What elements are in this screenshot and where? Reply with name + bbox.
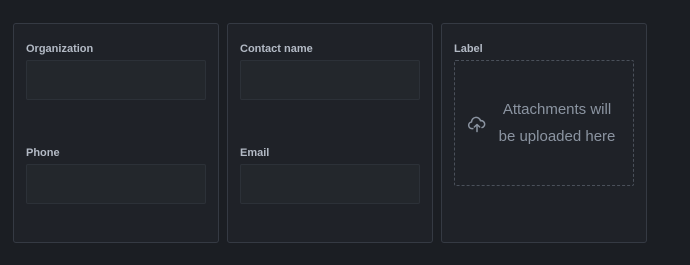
phone-field[interactable] [26,164,206,204]
contact-name-label: Contact name [240,43,313,55]
email-field[interactable] [240,164,420,204]
dropzone-text-line1: Attachments will [502,101,612,118]
attachments-label: Label [454,43,483,55]
contact-email-panel: Contact name Email [227,23,433,243]
dropzone-text: Attachments will be uploaded here [493,96,621,150]
email-label: Email [240,147,270,159]
contact-name-field[interactable] [240,60,420,100]
organization-field[interactable] [26,60,206,100]
dropzone-content: Attachments will be uploaded here [467,96,621,150]
organization-label: Organization [26,43,94,55]
cloud-upload-icon [467,116,486,133]
attachments-panel: Label Attachments will be uploaded here [441,23,647,243]
organization-phone-panel: Organization Phone [13,23,219,243]
phone-label: Phone [26,147,60,159]
attachments-dropzone[interactable]: Attachments will be uploaded here [454,60,634,186]
dropzone-text-line2: be uploaded here [498,128,616,145]
